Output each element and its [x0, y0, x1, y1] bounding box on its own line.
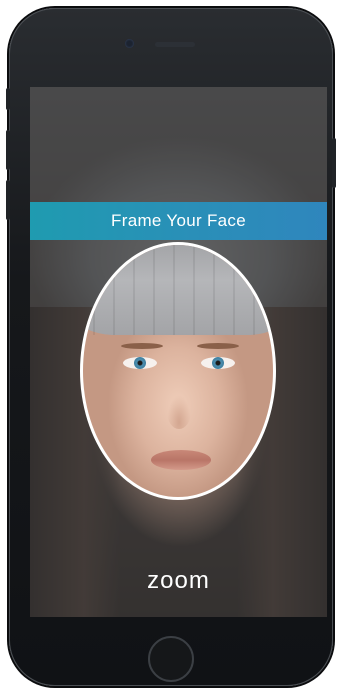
- camera-screen: Frame Your Face zoom: [30, 87, 327, 617]
- face-oval-frame: [80, 242, 276, 500]
- volume-up-button[interactable]: [6, 130, 10, 170]
- beanie: [83, 245, 273, 335]
- left-eye: [123, 357, 157, 369]
- right-eyebrow: [197, 343, 239, 349]
- camera-icon: [125, 39, 134, 48]
- lips: [151, 450, 211, 470]
- mute-switch[interactable]: [6, 88, 10, 110]
- right-eye: [201, 357, 235, 369]
- speaker-icon: [155, 42, 195, 47]
- home-button-icon[interactable]: [148, 636, 194, 682]
- zoom-logo: zoom: [147, 567, 210, 594]
- power-button[interactable]: [332, 138, 336, 188]
- volume-down-button[interactable]: [6, 180, 10, 220]
- left-eyebrow: [121, 343, 163, 349]
- nose: [167, 395, 191, 429]
- instruction-banner: Frame Your Face: [30, 202, 327, 240]
- banner-title: Frame Your Face: [111, 211, 246, 230]
